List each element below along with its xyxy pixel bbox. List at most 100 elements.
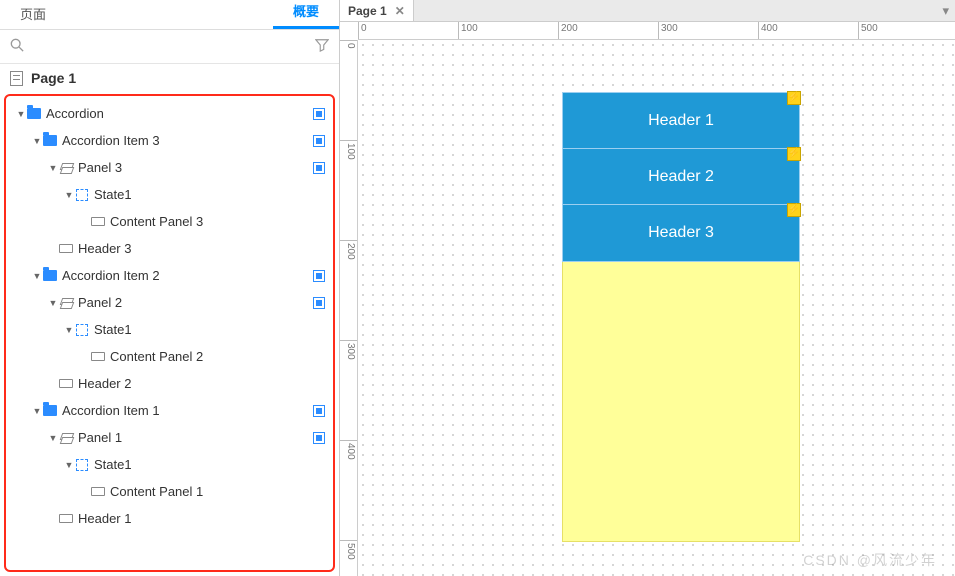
tree-item-label: Header 2 bbox=[78, 376, 325, 391]
tree-item-label: Content Panel 1 bbox=[110, 484, 325, 499]
rect-icon bbox=[58, 379, 74, 388]
tree-row[interactable]: ▼Panel 3 bbox=[6, 154, 333, 181]
rect-icon bbox=[58, 244, 74, 253]
accordion-body[interactable] bbox=[563, 261, 799, 541]
layers-icon bbox=[58, 431, 74, 445]
outline-tree: ▼Accordion▼Accordion Item 3▼Panel 3▼Stat… bbox=[4, 94, 335, 572]
tree-row[interactable]: Content Panel 2 bbox=[6, 343, 333, 370]
folder-icon bbox=[26, 108, 42, 119]
tree-row[interactable]: ▼ Panel 2 bbox=[6, 289, 333, 316]
tab-outline[interactable]: 概要 bbox=[273, 0, 339, 29]
filter-icon[interactable] bbox=[315, 38, 329, 55]
expand-caret-icon[interactable]: ▼ bbox=[64, 460, 74, 470]
ruler-tick: 0 bbox=[340, 40, 357, 49]
ruler-tick: 500 bbox=[340, 540, 357, 560]
accordion-header[interactable]: Header 2⚡ bbox=[563, 149, 799, 205]
ruler-tick: 200 bbox=[340, 240, 357, 260]
tree-row[interactable]: ▼ Accordion Item 1 bbox=[6, 397, 333, 424]
ruler-tick: 100 bbox=[340, 140, 357, 160]
layers-icon bbox=[58, 161, 74, 175]
rect-icon bbox=[90, 217, 106, 226]
search-input[interactable] bbox=[32, 39, 307, 54]
ruler-tick: 400 bbox=[340, 440, 357, 460]
tree-item-label: Content Panel 2 bbox=[110, 349, 325, 364]
tree-item-label: State1 bbox=[94, 457, 325, 472]
ruler-tick: 200 bbox=[558, 22, 578, 39]
rect-icon bbox=[90, 487, 106, 496]
tree-item-label: Header 3 bbox=[78, 241, 325, 256]
tree-row[interactable]: ▼ State1 bbox=[6, 316, 333, 343]
rect-icon bbox=[58, 514, 74, 523]
expand-caret-icon[interactable]: ▼ bbox=[48, 163, 58, 173]
expand-caret-icon[interactable]: ▼ bbox=[32, 406, 42, 416]
ruler-tick: 300 bbox=[658, 22, 678, 39]
page-label: Page 1 bbox=[31, 70, 76, 86]
canvas-panel: Page 1 ✕ ▾ 0100200300400500600700 010020… bbox=[340, 0, 955, 576]
selection-indicator-icon bbox=[313, 405, 325, 417]
state-icon bbox=[74, 189, 90, 201]
tree-row[interactable]: ▼ State1 bbox=[6, 181, 333, 208]
selection-indicator-icon bbox=[313, 270, 325, 282]
tree-item-label: Accordion Item 1 bbox=[62, 403, 313, 418]
tree-item-label: State1 bbox=[94, 322, 325, 337]
expand-caret-icon[interactable]: ▼ bbox=[64, 325, 74, 335]
ruler-vertical: 0 100 200 300 400 500 bbox=[340, 40, 358, 576]
interaction-bolt-icon[interactable]: ⚡ bbox=[787, 147, 801, 161]
accordion-header[interactable]: Header 1⚡ bbox=[563, 93, 799, 149]
tree-row[interactable]: ▼ Accordion bbox=[6, 100, 333, 127]
state-icon bbox=[74, 324, 90, 336]
expand-caret-icon[interactable]: ▼ bbox=[32, 271, 42, 281]
ruler-tick: 300 bbox=[340, 340, 357, 360]
selection-indicator-icon bbox=[313, 108, 325, 120]
outline-panel: 页面 概要 Page 1 ▼ Accordion ▼ Accordion Item 3… bbox=[0, 0, 340, 576]
state-icon bbox=[74, 459, 90, 471]
tree-row[interactable]: Header 2 bbox=[6, 370, 333, 397]
interaction-bolt-icon[interactable]: ⚡ bbox=[787, 91, 801, 105]
accordion-header[interactable]: Header 3 ⚡ bbox=[563, 205, 799, 261]
search-icon[interactable] bbox=[10, 38, 24, 55]
tree-row[interactable]: ▼ Panel 1 bbox=[6, 424, 333, 451]
tree-row[interactable]: Content Panel 3 bbox=[6, 208, 333, 235]
expand-caret-icon[interactable]: ▼ bbox=[32, 136, 42, 146]
accordion-widget[interactable]: Header 1⚡Header 2⚡ Header 3 ⚡ bbox=[563, 93, 799, 541]
tree-row[interactable]: ▼ Accordion Item 2 bbox=[6, 262, 333, 289]
page-node[interactable]: Page 1 bbox=[0, 64, 339, 92]
interaction-bolt-icon[interactable]: ⚡ bbox=[787, 203, 801, 217]
expand-caret-icon[interactable]: ▼ bbox=[16, 109, 26, 119]
tree-row[interactable]: Content Panel 1 bbox=[6, 478, 333, 505]
tree-item-label: Accordion Item 3 bbox=[62, 133, 313, 148]
expand-caret-icon[interactable]: ▼ bbox=[48, 433, 58, 443]
tree-item-label: Panel 2 bbox=[78, 295, 313, 310]
tree-row[interactable]: ▼ State1 bbox=[6, 451, 333, 478]
ruler-tick: 100 bbox=[458, 22, 478, 39]
tab-bar-overflow[interactable]: ▾ bbox=[414, 0, 955, 21]
selection-indicator-icon bbox=[313, 135, 325, 147]
expand-caret-icon[interactable]: ▼ bbox=[48, 298, 58, 308]
tree-row[interactable]: Header 1 bbox=[6, 505, 333, 532]
document-tab-label: Page 1 bbox=[348, 4, 387, 18]
outline-search-bar bbox=[0, 30, 339, 64]
tree-item-label: Accordion bbox=[46, 106, 313, 121]
tree-row[interactable]: ▼ Accordion Item 3 bbox=[6, 127, 333, 154]
page-icon bbox=[10, 71, 23, 86]
ruler-horizontal: 0100200300400500600700 bbox=[358, 22, 955, 40]
tab-pages[interactable]: 页面 bbox=[0, 0, 66, 29]
selection-indicator-icon bbox=[313, 162, 325, 174]
selection-indicator-icon bbox=[313, 297, 325, 309]
tree-item-label: Panel 1 bbox=[78, 430, 313, 445]
ruler-tick: 400 bbox=[758, 22, 778, 39]
tree-item-label: Accordion Item 2 bbox=[62, 268, 313, 283]
folder-icon bbox=[42, 405, 58, 416]
rect-icon bbox=[90, 352, 106, 361]
tree-item-label: State1 bbox=[94, 187, 325, 202]
accordion-header-label: Header 3 bbox=[648, 224, 714, 242]
expand-caret-icon[interactable]: ▼ bbox=[64, 190, 74, 200]
document-tab-bar: Page 1 ✕ ▾ bbox=[340, 0, 955, 22]
left-panel-tabs: 页面 概要 bbox=[0, 0, 339, 30]
tree-row[interactable]: Header 3 bbox=[6, 235, 333, 262]
folder-icon bbox=[42, 135, 58, 146]
document-tab[interactable]: Page 1 ✕ bbox=[340, 0, 414, 21]
close-icon[interactable]: ✕ bbox=[395, 4, 405, 18]
ruler-tick: 500 bbox=[858, 22, 878, 39]
design-canvas[interactable]: Header 1⚡Header 2⚡Header 3⚡ CSDN @风流少年 bbox=[358, 40, 955, 576]
